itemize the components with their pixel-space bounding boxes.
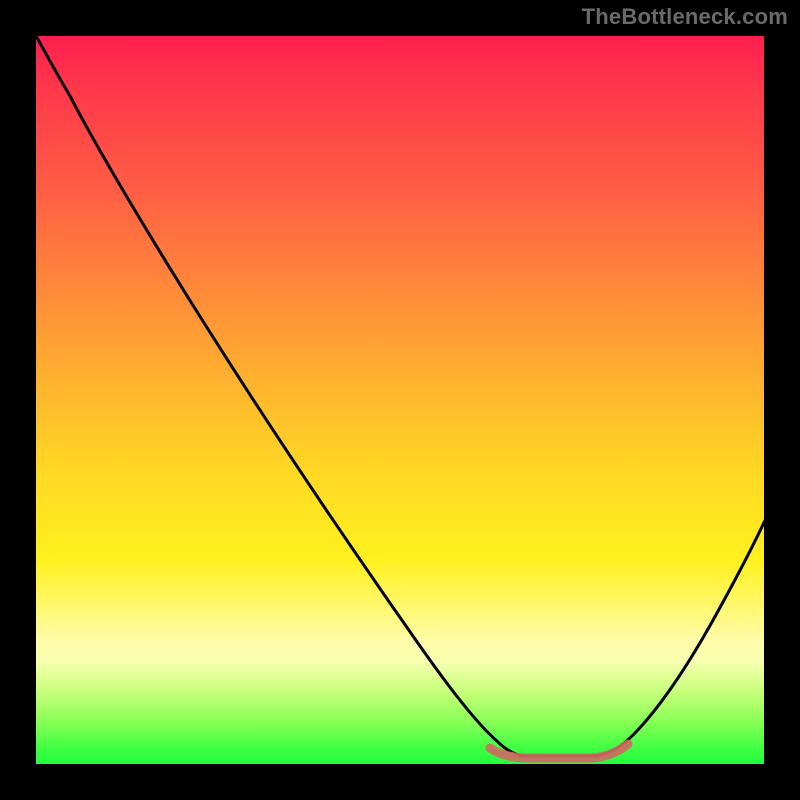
gradient-background <box>36 36 764 764</box>
chart-frame: TheBottleneck.com <box>0 0 800 800</box>
watermark-label: TheBottleneck.com <box>582 4 788 30</box>
plot-area <box>36 36 764 764</box>
